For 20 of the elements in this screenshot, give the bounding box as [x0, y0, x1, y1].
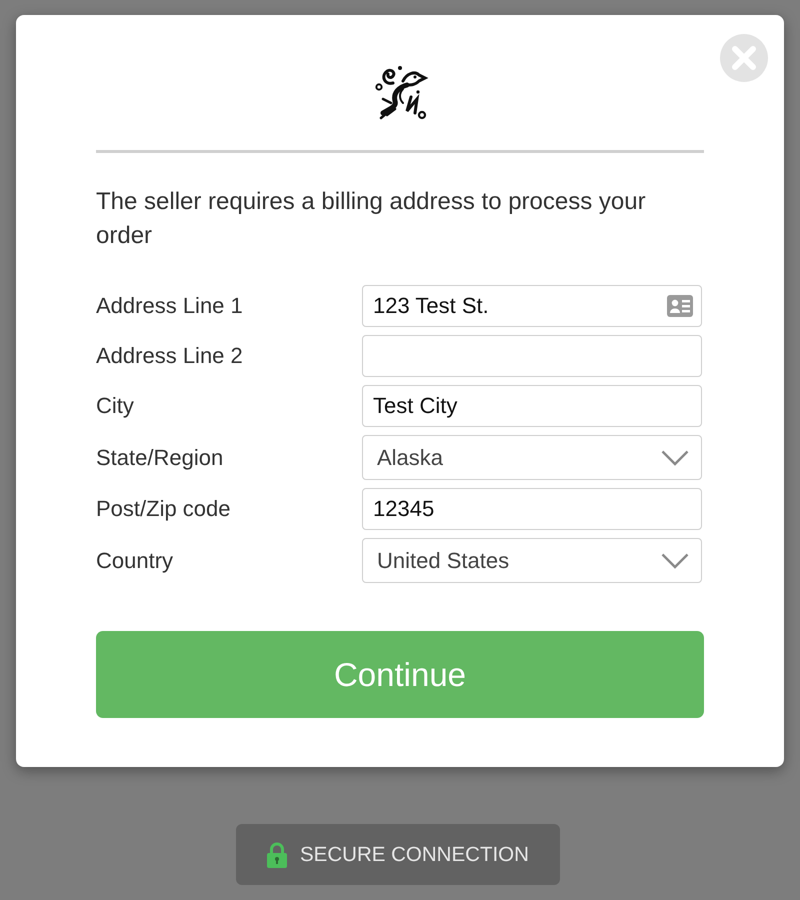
intro-text: The seller requires a billing address to process your order — [96, 187, 647, 251]
lizard-logo-icon — [373, 63, 429, 121]
field-label: Country — [96, 548, 174, 574]
chevron-down-icon — [661, 552, 689, 568]
chevron-down-icon — [661, 450, 689, 466]
text-field[interactable] — [362, 335, 702, 377]
text-field[interactable]: 123 Test St. — [362, 285, 702, 327]
field-label: City — [96, 393, 134, 419]
field-label: Address Line 2 — [96, 343, 243, 369]
padlock-icon — [267, 842, 287, 868]
contact-card-icon[interactable] — [667, 295, 693, 317]
field-label: Address Line 1 — [96, 293, 243, 319]
field-label: State/Region — [96, 444, 224, 470]
secure-connection-text: SECURE CONNECTION — [300, 842, 529, 866]
text-field[interactable]: 12345 — [362, 488, 702, 530]
text-field[interactable]: Test City — [362, 385, 702, 427]
close-icon[interactable] — [720, 34, 768, 82]
dropdown[interactable]: United States — [362, 538, 702, 583]
dropdown[interactable]: Alaska — [362, 435, 702, 480]
field-label: Post/Zip code — [96, 496, 231, 522]
